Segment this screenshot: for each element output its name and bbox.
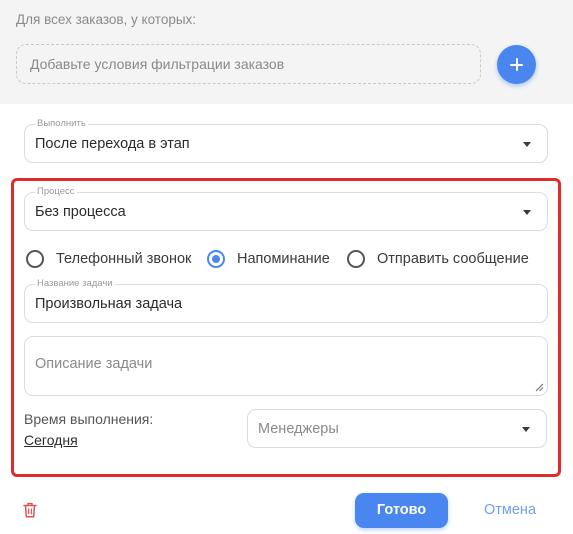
radio-circle-checked[interactable] [207,250,225,268]
filter-heading: Для всех заказов, у которых: [16,12,197,27]
execute-value: После перехода в этап [35,135,190,152]
done-button[interactable]: Готово [355,493,448,528]
process-legend: Процесс [35,186,77,198]
radio-send-message[interactable]: Отправить сообщение [347,248,529,270]
managers-placeholder: Менеджеры [258,420,339,437]
task-description-textarea[interactable]: Описание задачи [24,336,548,396]
resize-grip-icon[interactable] [535,383,544,392]
add-filter-button[interactable] [497,45,536,84]
managers-select[interactable]: Менеджеры [247,409,547,448]
chevron-down-icon [523,141,531,147]
task-name-legend: Название задачи [35,278,115,290]
task-type-radio-group: Телефонный звонок Напоминание Отправить … [24,248,548,270]
radio-circle[interactable] [347,250,365,268]
radio-phone-call[interactable]: Телефонный звонок [26,248,191,270]
radio-reminder[interactable]: Напоминание [207,248,330,270]
task-name-value: Произвольная задача [35,295,183,312]
task-description-placeholder: Описание задачи [35,356,153,372]
cancel-button[interactable]: Отмена [474,493,546,528]
process-select[interactable]: Процесс Без процесса [24,186,548,231]
radio-label: Телефонный звонок [56,251,192,267]
filter-section: Для всех заказов, у которых: Добавьте ус… [0,0,573,104]
chevron-down-icon [522,426,530,432]
task-name-field[interactable]: Название задачи Произвольная задача [24,278,548,323]
trash-icon[interactable] [23,502,37,518]
radio-label: Отправить сообщение [377,251,529,267]
filter-conditions-input[interactable]: Добавьте условия фильтрации заказов [16,44,481,84]
radio-label: Напоминание [237,251,330,267]
execution-time-label: Время выполнения: [24,411,154,427]
process-value: Без процесса [35,203,126,220]
chevron-down-icon [523,209,531,215]
radio-circle[interactable] [26,250,44,268]
execute-select[interactable]: Выполнить После перехода в этап [24,118,548,163]
execute-legend: Выполнить [35,118,88,130]
execution-time-link[interactable]: Сегодня [24,432,78,448]
